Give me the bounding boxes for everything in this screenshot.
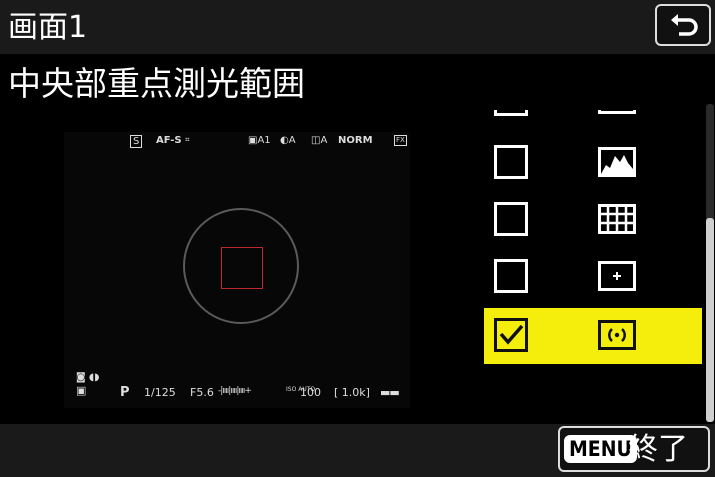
checkbox[interactable] — [494, 110, 528, 116]
shutter-speed: 1/125 — [144, 386, 176, 399]
remaining-shots: [ 1.0k] — [334, 386, 370, 399]
aperture: F5.6 — [190, 386, 214, 399]
iso-value: 100 — [300, 386, 321, 399]
list-item-selected[interactable] — [484, 308, 702, 364]
list-item[interactable] — [484, 249, 702, 305]
checkbox[interactable] — [494, 202, 528, 236]
screen-title: 画面1 — [8, 10, 88, 45]
viewfinder-top-info: S AF-S ⌗ ▣A1 ◐A ◫A NORM FX — [68, 135, 408, 149]
check-icon — [499, 324, 524, 345]
list-item[interactable] — [484, 135, 702, 191]
viewfinder-bottom-info: ▣ P 1/125 F5.6 -|ıııı|ıııı|ıııı+ ISO AUT… — [72, 384, 412, 404]
overlay-list — [484, 110, 706, 422]
af-area-icon: ⌗ — [185, 135, 190, 144]
image-area: FX — [394, 135, 407, 146]
list-item[interactable] — [484, 110, 702, 128]
white-balance-value: ◐A — [280, 135, 296, 146]
header-bar — [0, 0, 715, 54]
focus-point — [221, 247, 263, 289]
menu-key-icon: MENU — [564, 435, 637, 463]
exposure-mode: P — [120, 385, 130, 400]
grid-icon — [598, 204, 636, 234]
active-dlighting-value: ◫A — [311, 135, 328, 146]
blank-icon — [598, 110, 636, 114]
back-button[interactable] — [655, 4, 711, 46]
image-quality: NORM — [338, 135, 373, 146]
release-mode: S — [130, 135, 143, 148]
checkbox-checked[interactable] — [494, 318, 528, 352]
return-arrow-icon — [671, 14, 698, 36]
battery-icon: ▬▬ — [380, 386, 400, 399]
list-item[interactable] — [484, 192, 702, 248]
center-weighted-metering-icon — [598, 320, 636, 350]
checkbox[interactable] — [494, 259, 528, 293]
metering-icon: ▣ — [76, 384, 87, 397]
scrollbar-thumb[interactable] — [706, 218, 714, 422]
option-title: 中央部重点測光範囲 — [8, 64, 305, 103]
focus-mode: AF-S — [156, 135, 182, 146]
metering-mode-icon: ◙ ◖◗ — [76, 372, 100, 383]
picture-control-value: ▣A1 — [248, 135, 271, 146]
crosshair-icon — [598, 261, 636, 291]
menu-exit-label: 終了 — [628, 432, 688, 467]
histogram-icon — [598, 147, 636, 177]
menu-exit-button[interactable]: MENU 終了 — [558, 426, 710, 472]
exposure-indicator: -|ıııı|ıııı|ıııı+ — [218, 386, 252, 396]
checkbox[interactable] — [494, 145, 528, 179]
